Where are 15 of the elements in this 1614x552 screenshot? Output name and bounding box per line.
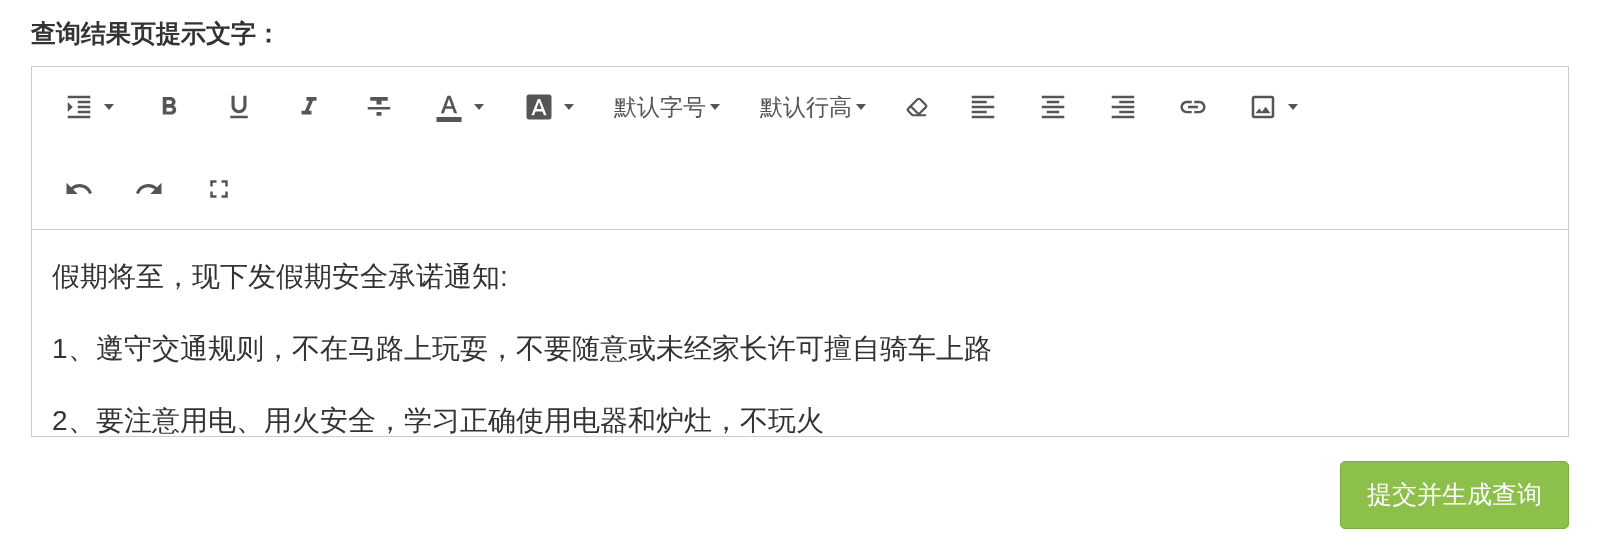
eraser-icon (906, 96, 928, 118)
editor-content[interactable]: 假期将至，现下发假期安全承诺通知: 1、遵守交通规则，不在马路上玩耍，不要随意或未经家长许可擅自骑车上路 2、要注意用电、用火安全，学习正确使用电器和炉灶，不玩火 (32, 230, 1568, 436)
paragraph: 假期将至，现下发假期安全承诺通知: (52, 260, 509, 294)
dropdown-select[interactable]: 默认行高 (748, 81, 878, 133)
paragraph: 1、遵守交通规则，不在马路上玩耍，不要随意或未经家长许可擅自骑车上路 (52, 332, 993, 366)
caret-icon (564, 104, 574, 110)
background-color-icon (524, 92, 554, 122)
dropdown-select[interactable]: 默认字号 (602, 81, 732, 133)
caret-icon (104, 104, 114, 110)
caret-icon (856, 104, 866, 110)
paragraph: 2、要注意用电、用火安全，学习正确使用电器和炉灶，不玩火 (52, 404, 825, 436)
caret-icon (710, 104, 720, 110)
caret-icon (474, 104, 484, 110)
field-label: 查询结果页提示文字： (31, 18, 282, 48)
caret-icon (1288, 104, 1298, 110)
